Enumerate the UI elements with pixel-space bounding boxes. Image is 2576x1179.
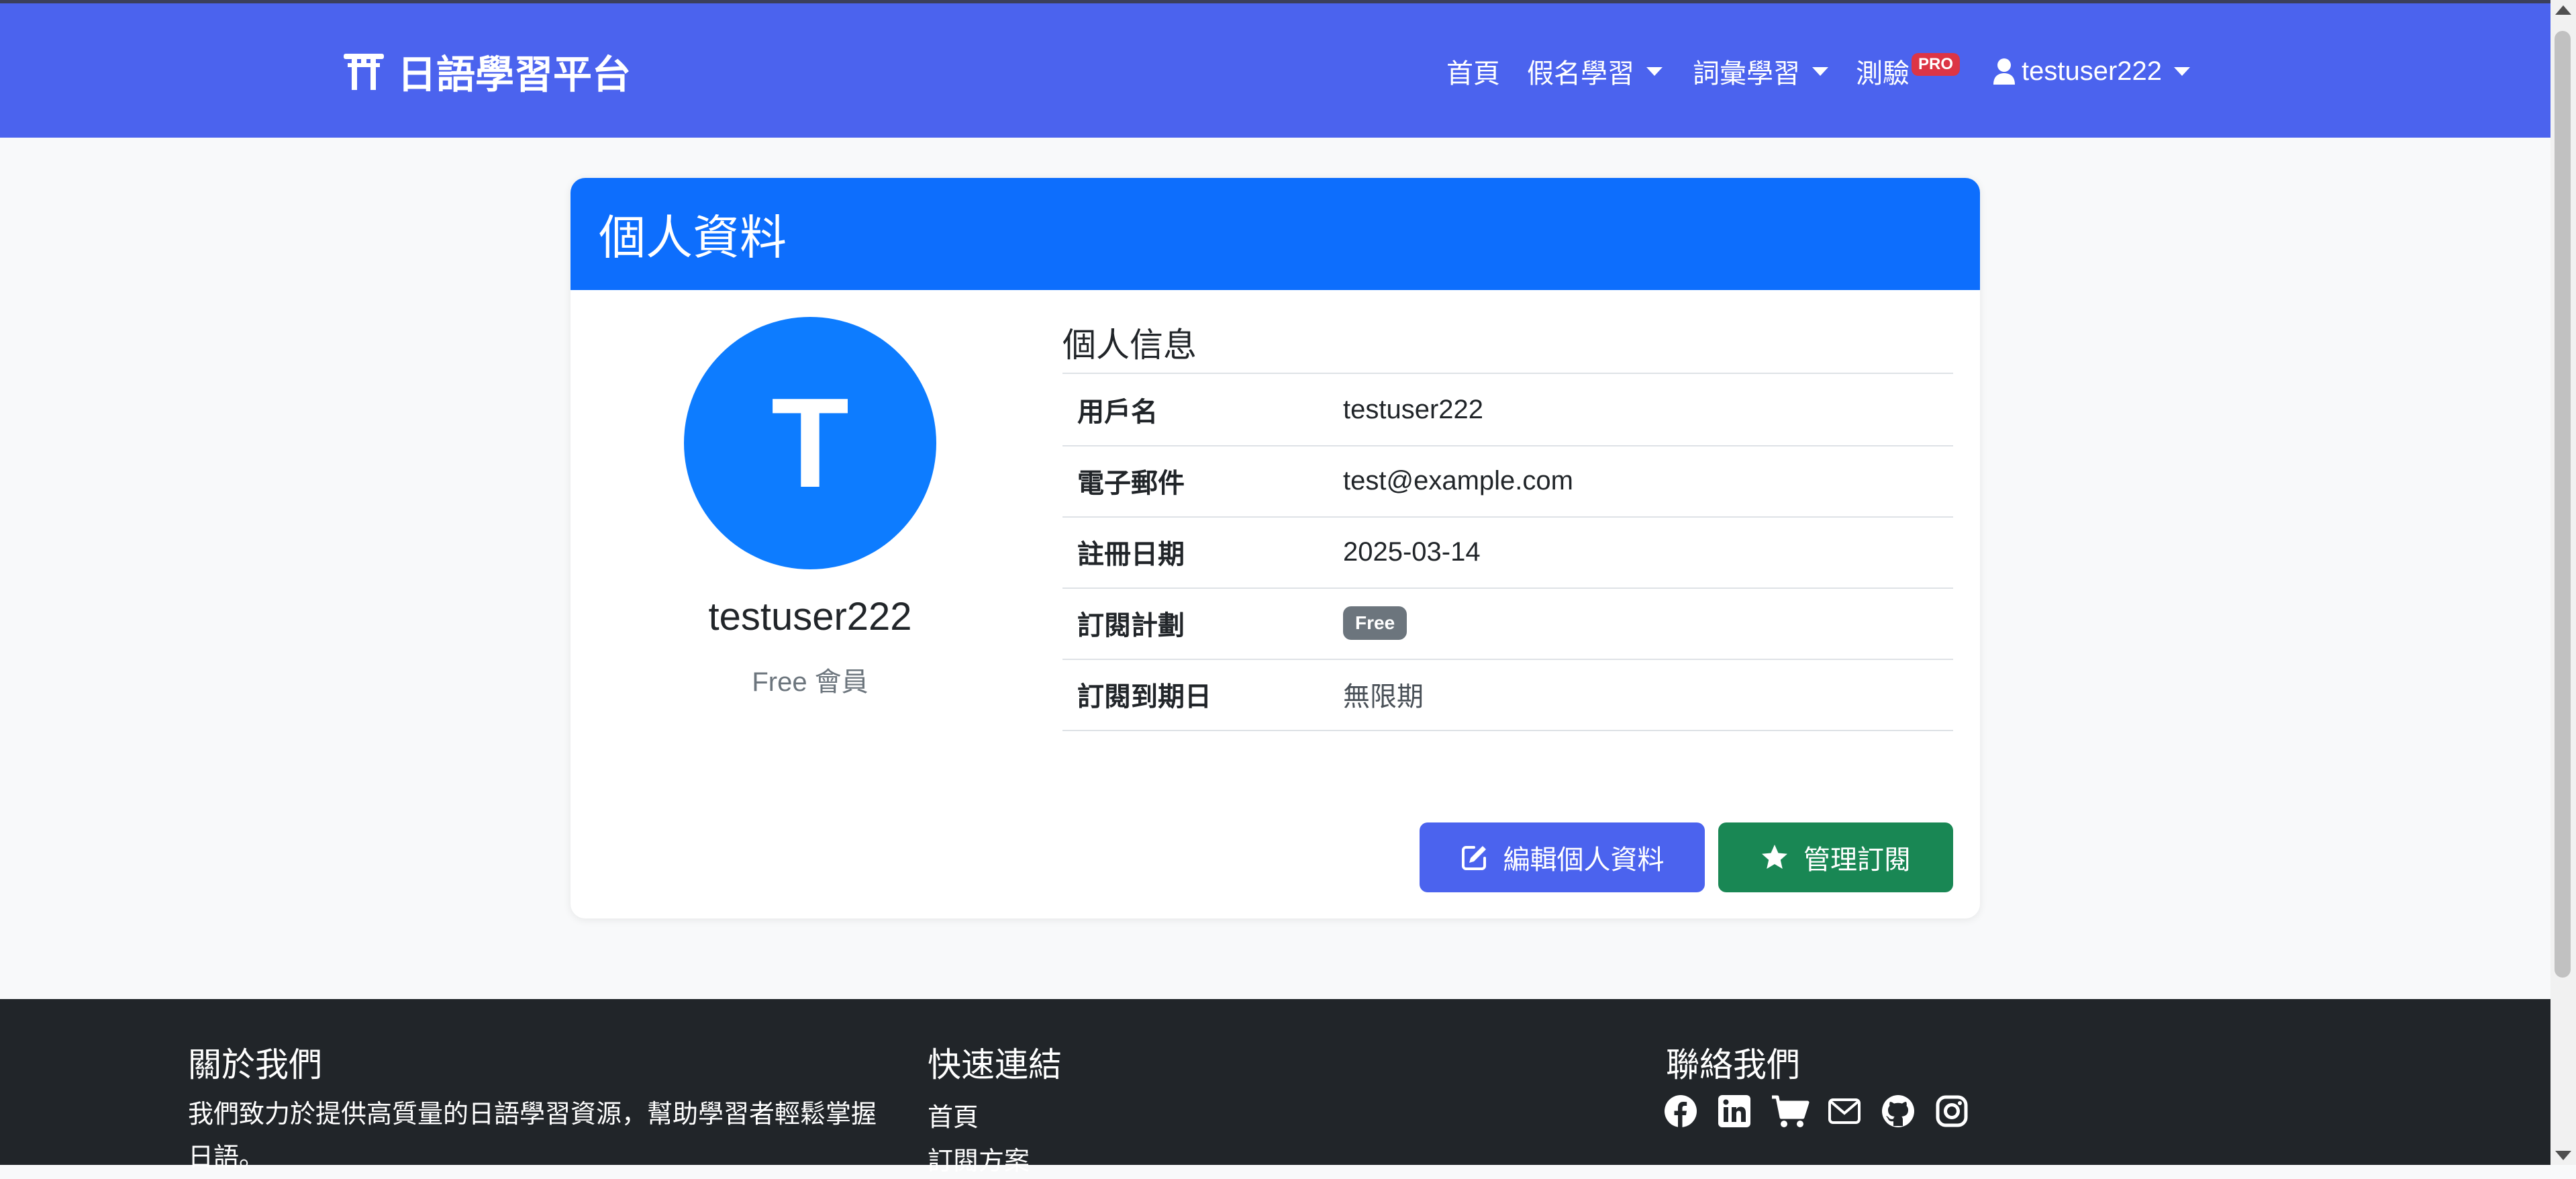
brand-name: 日語學習平台 bbox=[397, 53, 632, 97]
footer-link-plans[interactable]: 訂閱方案 bbox=[928, 1140, 1030, 1177]
edit-profile-label: 編輯個人資料 bbox=[1503, 845, 1665, 875]
footer-link-home[interactable]: 首頁 bbox=[928, 1096, 979, 1133]
info-row-subscription-plan: 訂閱計劃 Free bbox=[1062, 587, 1953, 660]
chevron-down-icon bbox=[1646, 66, 1663, 76]
info-value: 2025-03-14 bbox=[1343, 536, 1481, 567]
footer-contact-title: 聯絡我們 bbox=[1666, 1046, 1800, 1084]
facebook-icon[interactable] bbox=[1663, 1094, 1698, 1129]
brand-link[interactable]: 日語學習平台 bbox=[342, 44, 631, 99]
info-label: 訂閱到期日 bbox=[1077, 682, 1211, 712]
envelope-icon[interactable] bbox=[1827, 1094, 1862, 1129]
info-label: 訂閱計劃 bbox=[1077, 611, 1185, 641]
chevron-down-icon bbox=[2174, 66, 2191, 76]
footer-about-title: 關於我們 bbox=[188, 1046, 322, 1084]
scroll-up-arrow-icon[interactable] bbox=[2555, 5, 2571, 15]
nav-user-dropdown[interactable]: testuser222 bbox=[1992, 44, 2191, 99]
profile-plan: Free 會員 bbox=[752, 667, 869, 697]
info-value: 無限期 bbox=[1343, 682, 1424, 712]
nav-vocab-dropdown[interactable]: 詞彙學習 bbox=[1693, 44, 1828, 99]
pro-badge: PRO bbox=[1912, 53, 1961, 76]
nav-kana-dropdown[interactable]: 假名學習 bbox=[1527, 44, 1663, 99]
user-icon bbox=[1993, 58, 2015, 85]
scroll-down-arrow-icon[interactable] bbox=[2555, 1151, 2571, 1160]
navbar: 日語學習平台 首頁 假名學習 詞彙學習 測驗 PRO testuser222 bbox=[0, 3, 2550, 138]
edit-icon bbox=[1461, 846, 1486, 870]
section-title: 個人信息 bbox=[1062, 312, 1953, 374]
instagram-icon[interactable] bbox=[1934, 1094, 1969, 1129]
card-header: 個人資料 bbox=[571, 178, 1980, 290]
avatar-letter: T bbox=[771, 372, 850, 514]
info-row-expiry: 訂閱到期日 無限期 bbox=[1062, 659, 1953, 731]
profile-card: 個人資料 T testuser222 Free 會員 個人信息 用戶名 test… bbox=[571, 178, 1980, 918]
avatar: T bbox=[684, 317, 936, 569]
info-value: testuser222 bbox=[1343, 394, 1484, 424]
info-label: 用戶名 bbox=[1077, 397, 1158, 427]
nav-home[interactable]: 首頁 bbox=[1446, 44, 1500, 99]
info-label: 註冊日期 bbox=[1077, 540, 1185, 569]
info-value: test@example.com bbox=[1343, 465, 1573, 496]
star-icon bbox=[1762, 845, 1787, 869]
nav-quiz[interactable]: 測驗 bbox=[1856, 44, 1910, 99]
github-icon[interactable] bbox=[1881, 1094, 1916, 1129]
footer-links-title: 快速連結 bbox=[928, 1046, 1062, 1084]
info-row-register-date: 註冊日期 2025-03-14 bbox=[1062, 516, 1953, 589]
nav-kana-label: 假名學習 bbox=[1527, 59, 1634, 89]
cart-icon[interactable] bbox=[1771, 1094, 1810, 1129]
profile-username: testuser222 bbox=[708, 595, 912, 639]
linkedin-icon[interactable] bbox=[1717, 1094, 1752, 1129]
nav-vocab-label: 詞彙學習 bbox=[1693, 59, 1800, 89]
info-row-email: 電子郵件 test@example.com bbox=[1062, 445, 1953, 518]
footer: 關於我們 我們致力於提供高質量的日語學習資源，幫助學習者輕鬆掌握日語。 快速連結… bbox=[0, 999, 2550, 1176]
info-label: 電子郵件 bbox=[1077, 469, 1185, 498]
plan-badge: Free bbox=[1343, 606, 1407, 640]
manage-subscription-label: 管理訂閱 bbox=[1803, 845, 1911, 875]
scrollbar-thumb[interactable] bbox=[2555, 31, 2571, 978]
chevron-down-icon bbox=[1812, 66, 1828, 76]
edit-profile-button[interactable]: 編輯個人資料 bbox=[1420, 822, 1705, 892]
footer-about-text: 我們致力於提供高質量的日語學習資源，幫助學習者輕鬆掌握日語。 bbox=[188, 1100, 877, 1172]
nav-user-label: testuser222 bbox=[2022, 56, 2163, 86]
card-title: 個人資料 bbox=[599, 211, 787, 264]
manage-subscription-button[interactable]: 管理訂閱 bbox=[1718, 822, 1953, 892]
torii-gate-icon bbox=[344, 54, 384, 90]
info-row-username: 用戶名 testuser222 bbox=[1062, 374, 1953, 446]
